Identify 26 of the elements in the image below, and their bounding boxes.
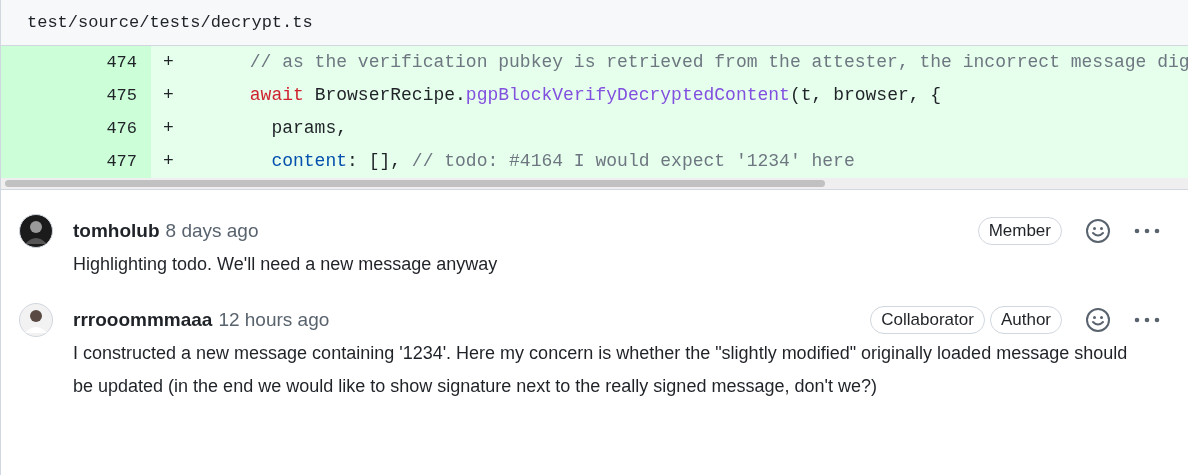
- code-line: content: [], // todo: #4164 I would expect '1234' here: [270, 150, 856, 173]
- author-name[interactable]: rrrooommmaaa: [73, 305, 213, 335]
- emoji-reaction-icon[interactable]: [1085, 307, 1111, 333]
- diff-sign: +: [163, 150, 175, 173]
- code-line: await BrowserRecipe.pgpBlockVerifyDecryptedContent(t, browser, {: [248, 84, 943, 107]
- line-number[interactable]: 475: [1, 79, 151, 112]
- timestamp[interactable]: 8 days ago: [165, 216, 259, 246]
- more-options-icon[interactable]: [1134, 317, 1160, 323]
- avatar[interactable]: [19, 214, 53, 248]
- line-number[interactable]: 477: [1, 145, 151, 178]
- emoji-reaction-icon[interactable]: [1085, 218, 1111, 244]
- line-number[interactable]: 474: [1, 46, 151, 79]
- timestamp[interactable]: 12 hours ago: [218, 305, 330, 335]
- diff-sign: +: [163, 117, 175, 140]
- diff-sign: +: [163, 84, 175, 107]
- author-name[interactable]: tomholub: [73, 216, 160, 246]
- code-line: params,: [270, 117, 349, 140]
- file-path: test/source/tests/decrypt.ts: [27, 11, 313, 34]
- comment-body: Highlighting todo. We'll need a new message anyway: [73, 253, 499, 276]
- code-line: // as the verification pubkey is retrieved from the attester, the incorrect message dig: [248, 51, 1188, 74]
- comment-body: I constructed a new message containing '1234'. Here my concern is whether the "slightly modified" originally loaded message should be updated (in the end we would like to show signature next to the really signed message, don't we?): [73, 342, 1129, 398]
- diff-sign: +: [163, 51, 175, 74]
- scrollbar-thumb[interactable]: [5, 180, 825, 187]
- line-number[interactable]: 476: [1, 112, 151, 145]
- avatar[interactable]: [19, 303, 53, 337]
- more-options-icon[interactable]: [1134, 228, 1160, 234]
